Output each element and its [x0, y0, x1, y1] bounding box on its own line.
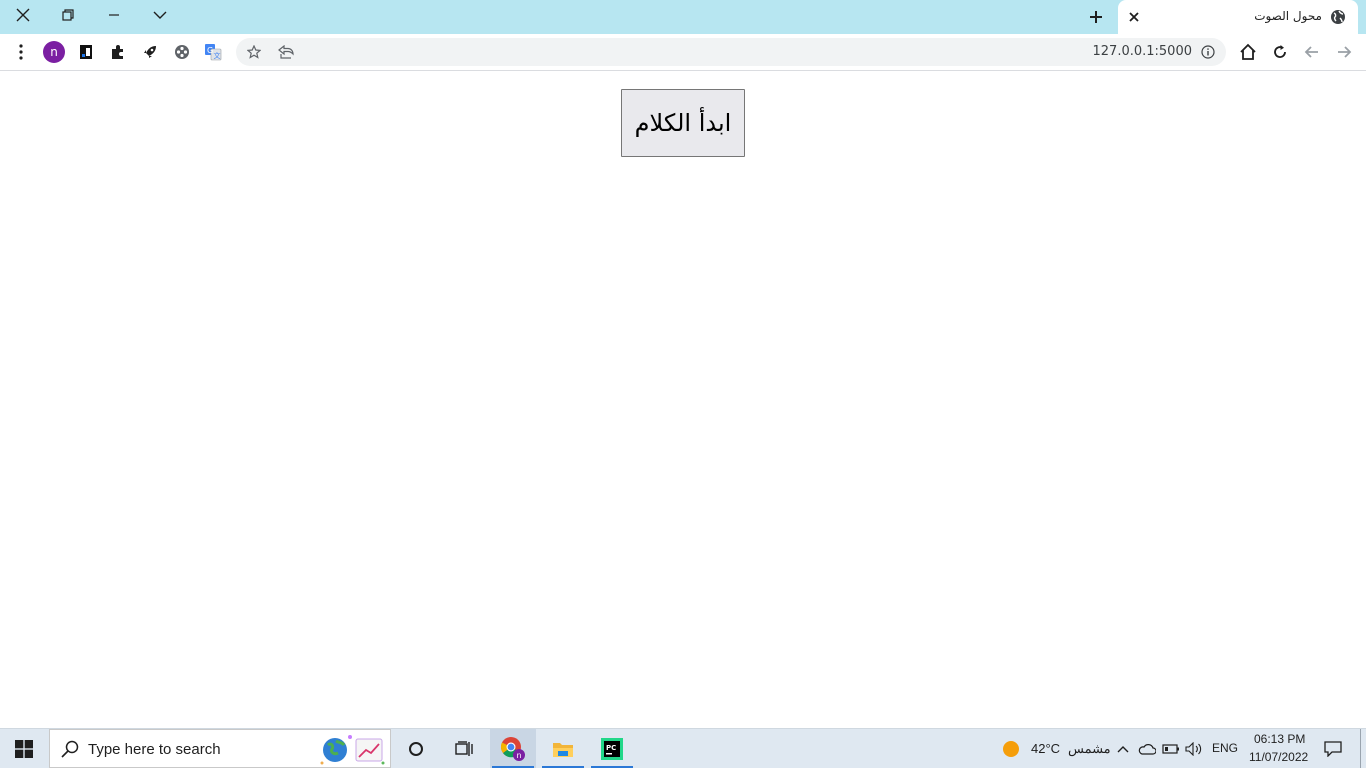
- show-hidden-icons-button[interactable]: [1113, 739, 1133, 759]
- pycharm-button[interactable]: PC: [589, 729, 635, 768]
- window-close-button[interactable]: [0, 0, 46, 30]
- page-content: ابدأ الكلام: [0, 71, 1366, 728]
- cloud-icon: [1138, 744, 1156, 755]
- svg-text:G: G: [207, 46, 213, 55]
- translate-extension-button[interactable]: G文: [201, 40, 225, 64]
- window-minimize-button[interactable]: [91, 0, 137, 30]
- reader-extension-button[interactable]: [74, 40, 98, 64]
- notification-icon: [1324, 741, 1342, 757]
- home-icon: [1240, 43, 1256, 60]
- action-center-button[interactable]: [1323, 739, 1343, 759]
- weather-condition[interactable]: مشمس: [1068, 741, 1111, 757]
- task-view-icon: [455, 740, 473, 756]
- profile-avatar[interactable]: n: [43, 41, 65, 63]
- close-icon: [16, 8, 30, 22]
- speaker-icon: [1185, 742, 1202, 756]
- onedrive-button[interactable]: [1137, 739, 1157, 759]
- start-speaking-button[interactable]: ابدأ الكلام: [621, 89, 745, 157]
- star-icon: [247, 45, 261, 59]
- info-icon: [1201, 45, 1215, 59]
- svg-text:文: 文: [214, 51, 221, 60]
- film-extension-button[interactable]: [170, 40, 194, 64]
- new-tab-button[interactable]: [1084, 5, 1108, 29]
- cortana-icon: [409, 741, 423, 756]
- task-view-button[interactable]: [441, 729, 487, 768]
- input-language[interactable]: ENG: [1212, 741, 1238, 755]
- clock-time[interactable]: 06:13 PM: [1254, 732, 1305, 746]
- extensions-button[interactable]: [106, 40, 130, 64]
- battery-icon: [1162, 744, 1179, 754]
- arrow-right-icon: [1338, 46, 1352, 58]
- tab-search-button[interactable]: [137, 0, 183, 30]
- restore-icon: [62, 9, 74, 21]
- bookmark-button[interactable]: [244, 42, 264, 62]
- tab-strip: محول الصوت: [0, 0, 1366, 34]
- globe-icon: [1331, 10, 1345, 24]
- share-button[interactable]: [276, 42, 296, 62]
- search-placeholder: Type here to search: [88, 741, 221, 758]
- back-button[interactable]: [1300, 40, 1324, 64]
- forward-button[interactable]: [1332, 40, 1356, 64]
- arrow-left-icon: [1304, 46, 1318, 58]
- windows-logo-icon: [15, 740, 33, 758]
- plus-icon: [1090, 11, 1102, 23]
- file-explorer-icon: [553, 742, 573, 757]
- site-info-button[interactable]: [1198, 42, 1218, 62]
- rocket-extension-button[interactable]: [138, 40, 162, 64]
- reload-icon: [1274, 45, 1286, 58]
- show-desktop-divider[interactable]: [1360, 729, 1361, 768]
- chrome-taskbar-button[interactable]: n: [490, 729, 536, 768]
- browser-toolbar: n G文 127.0.0.1:5000: [0, 34, 1366, 71]
- volume-button[interactable]: [1184, 739, 1204, 759]
- svg-text:n: n: [517, 751, 522, 760]
- share-icon: [278, 45, 294, 59]
- file-explorer-button[interactable]: [540, 729, 586, 768]
- browser-menu-button[interactable]: [9, 40, 33, 64]
- start-button[interactable]: [0, 729, 48, 769]
- film-icon: [175, 45, 189, 59]
- weather-temperature[interactable]: 42°C: [1031, 741, 1060, 756]
- reload-button[interactable]: [1268, 40, 1292, 64]
- weather-sun-icon[interactable]: [1002, 740, 1020, 758]
- translate-icon: G文: [205, 44, 222, 61]
- close-icon: [1129, 12, 1139, 22]
- tab-title: محول الصوت: [1254, 9, 1322, 23]
- taskbar-search-box[interactable]: Type here to search: [49, 729, 391, 768]
- battery-button[interactable]: [1161, 739, 1181, 759]
- minimize-icon: [109, 14, 119, 16]
- search-icon: [61, 740, 79, 758]
- chevron-up-icon: [1117, 746, 1129, 753]
- chevron-down-icon: [153, 11, 167, 19]
- reader-icon: [80, 45, 92, 59]
- chrome-icon: n: [500, 736, 525, 761]
- pycharm-icon: PC: [601, 737, 623, 760]
- kebab-menu-icon: [19, 44, 23, 60]
- tab-close-button[interactable]: [1126, 9, 1142, 25]
- svg-text:PC: PC: [606, 744, 616, 752]
- search-highlight-icon[interactable]: [320, 733, 386, 765]
- address-bar[interactable]: 127.0.0.1:5000: [236, 38, 1226, 66]
- clock-date[interactable]: 11/07/2022: [1249, 750, 1308, 764]
- window-restore-button[interactable]: [45, 0, 91, 30]
- rocket-icon: [144, 46, 156, 58]
- home-button[interactable]: [1236, 40, 1260, 64]
- puzzle-icon: [112, 45, 123, 59]
- browser-tab[interactable]: محول الصوت: [1118, 0, 1358, 34]
- cortana-button[interactable]: [393, 729, 439, 768]
- taskbar: Type here to search n PC 42°C مشمس ENG 0…: [0, 728, 1366, 768]
- url-text[interactable]: 127.0.0.1:5000: [1093, 44, 1193, 59]
